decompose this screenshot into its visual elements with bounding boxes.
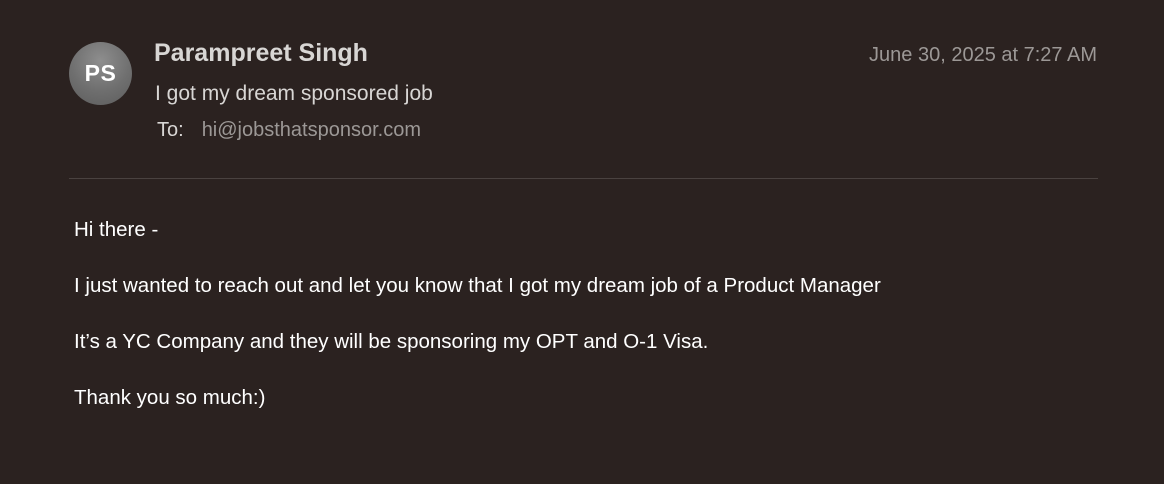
body-paragraph: I just wanted to reach out and let you k… [74, 274, 881, 297]
recipient-row: To: hi@jobsthatsponsor.com [157, 119, 421, 142]
to-label: To: [157, 119, 184, 141]
email-date: June 30, 2025 at 7:27 AM [869, 44, 1097, 66]
sender-name[interactable]: Parampreet Singh [154, 39, 368, 68]
email-body: Hi there - I just wanted to reach out an… [74, 218, 1134, 442]
email-subject: I got my dream sponsored job [155, 82, 433, 105]
body-paragraph: Hi there - [74, 218, 159, 241]
email-viewer: PS Parampreet Singh June 30, 2025 at 7:2… [0, 0, 1164, 484]
body-paragraph: Thank you so much:) [74, 386, 266, 409]
avatar-initials: PS [84, 60, 117, 86]
recipient-address[interactable]: hi@jobsthatsponsor.com [202, 119, 421, 142]
header-divider [69, 178, 1098, 179]
body-paragraph: It’s a YC Company and they will be spons… [74, 330, 709, 353]
sender-avatar[interactable]: PS [69, 42, 132, 105]
